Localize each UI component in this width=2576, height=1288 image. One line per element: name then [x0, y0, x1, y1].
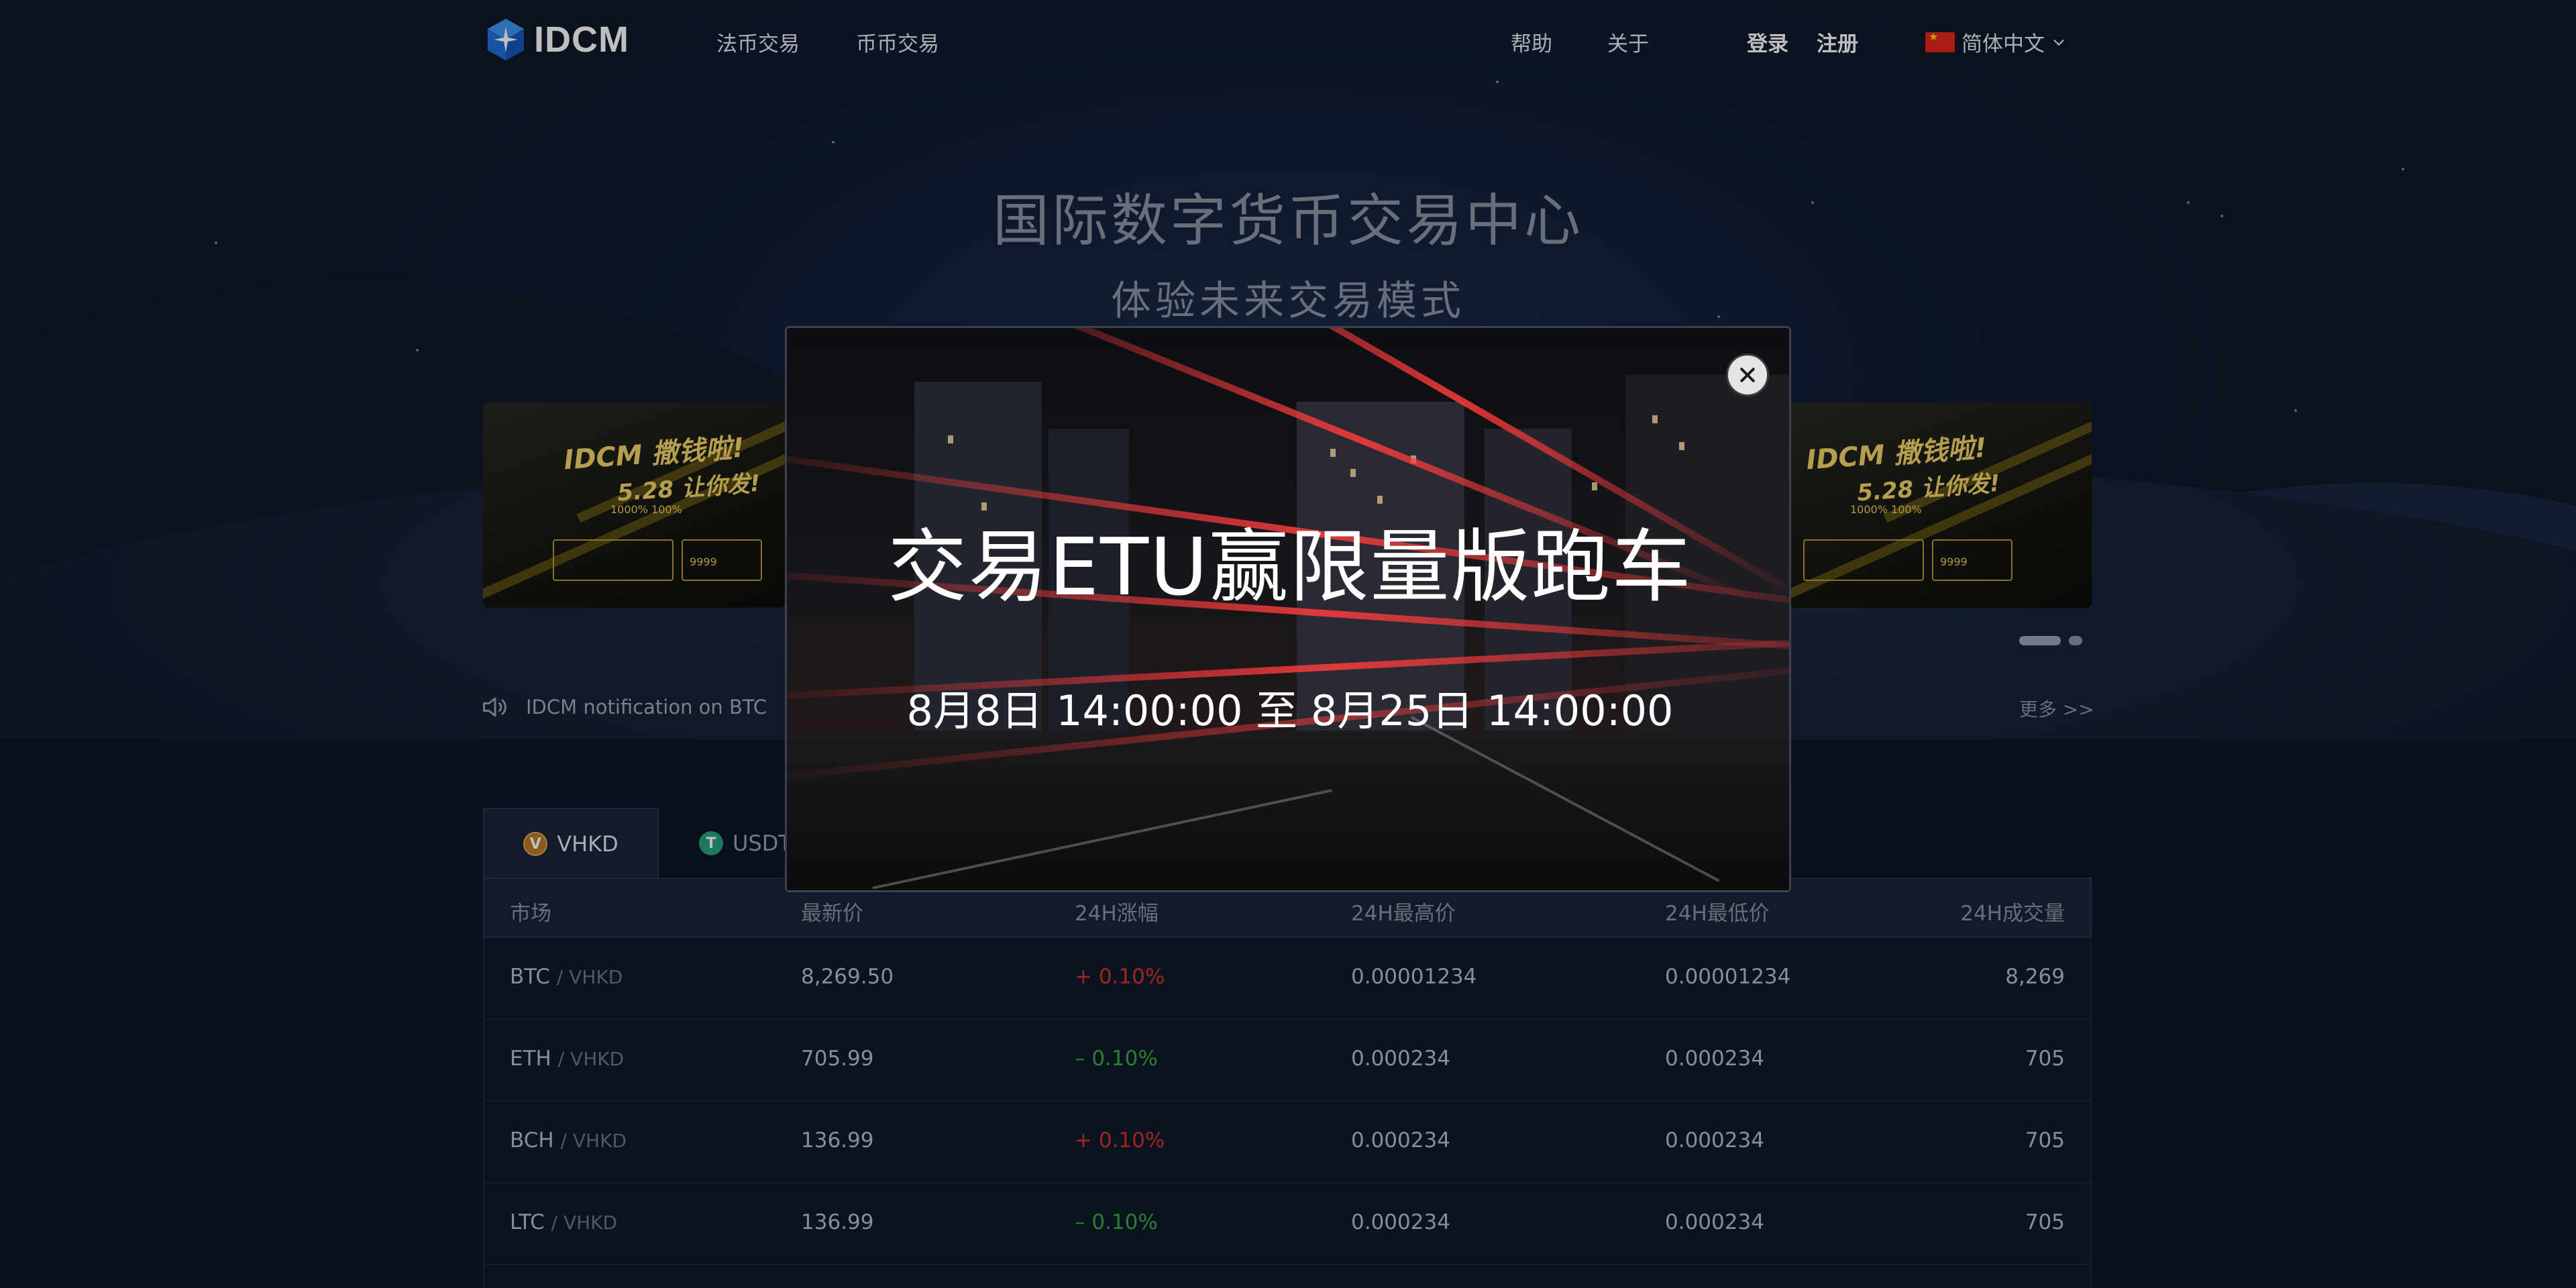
modal-date-range: 8月8日 14:00:00 至 8月25日 14:00:00	[906, 686, 1674, 735]
window-light	[1679, 442, 1684, 450]
window-light	[1652, 415, 1658, 423]
road	[787, 731, 1789, 890]
window-light	[1592, 482, 1597, 490]
window-light	[1350, 469, 1356, 477]
close-button[interactable]	[1726, 354, 1769, 396]
promo-modal: 交易ETU赢限量版跑车 8月8日 14:00:00 至 8月25日 14:00:…	[785, 326, 1791, 892]
close-icon	[1740, 368, 1755, 382]
window-light	[1330, 449, 1336, 457]
window-light	[948, 435, 953, 443]
modal-title: 交易ETU赢限量版跑车	[888, 521, 1693, 613]
